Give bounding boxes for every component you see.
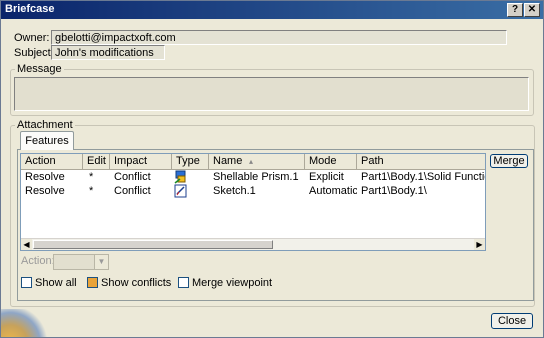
cell-impact: Conflict bbox=[114, 185, 151, 197]
show-conflicts-label[interactable]: Show conflicts bbox=[101, 277, 171, 289]
show-all-label[interactable]: Show all bbox=[35, 277, 77, 289]
column-header-name[interactable]: Name ▴ bbox=[209, 154, 305, 169]
cell-action: Resolve bbox=[25, 171, 65, 183]
subject-label: Subject: bbox=[14, 47, 54, 59]
scrollbar-thumb[interactable] bbox=[33, 240, 273, 249]
body-feature-icon bbox=[172, 170, 209, 184]
briefcase-dialog: Briefcase ? ✕ Owner: gbelotti@impactxoft… bbox=[0, 0, 544, 338]
column-header-name-label: Name bbox=[213, 155, 243, 167]
title-bar[interactable]: Briefcase ? ✕ bbox=[1, 1, 543, 19]
sort-indicator-icon: ▴ bbox=[249, 157, 254, 166]
action-select[interactable]: ▼ bbox=[53, 254, 109, 270]
column-header-action[interactable]: Action bbox=[21, 154, 83, 169]
subject-field: John's modifications bbox=[51, 45, 165, 60]
scroll-left-icon[interactable]: ◀ bbox=[21, 239, 32, 250]
tab-features[interactable]: Features bbox=[20, 131, 74, 150]
action-label: Action: bbox=[21, 255, 55, 267]
horizontal-scrollbar[interactable]: ◀ ▶ bbox=[21, 238, 485, 250]
close-window-button[interactable]: ✕ bbox=[524, 3, 540, 17]
column-header-path[interactable]: Path bbox=[357, 154, 485, 169]
merge-viewpoint-checkbox[interactable] bbox=[178, 277, 189, 288]
owner-field: gbelotti@impactxoft.com bbox=[51, 30, 507, 45]
message-text-area[interactable] bbox=[14, 77, 529, 111]
message-legend: Message bbox=[17, 63, 62, 75]
close-button[interactable]: Close bbox=[491, 313, 533, 329]
cell-impact: Conflict bbox=[114, 171, 151, 183]
cell-path: Part1\Body.1\Solid Functio... bbox=[361, 171, 486, 183]
sketch-icon bbox=[172, 184, 209, 198]
column-header-edit[interactable]: Edit bbox=[83, 154, 110, 169]
column-header-mode[interactable]: Mode bbox=[305, 154, 357, 169]
chevron-down-icon[interactable]: ▼ bbox=[94, 255, 108, 269]
column-header-impact[interactable]: Impact bbox=[110, 154, 172, 169]
table-row[interactable]: Resolve * Conflict Sketch.1 Automatic Pa… bbox=[21, 184, 485, 198]
cell-mode: Automatic bbox=[309, 185, 357, 197]
attachment-table[interactable]: Action Edit Impact Type Name ▴ Mode Path… bbox=[20, 153, 486, 251]
show-all-checkbox[interactable] bbox=[21, 277, 32, 288]
merge-button[interactable]: Merge bbox=[490, 154, 528, 168]
show-conflicts-checkbox[interactable] bbox=[87, 277, 98, 288]
scroll-right-icon[interactable]: ▶ bbox=[474, 239, 485, 250]
table-row[interactable]: Resolve * Conflict Shellable Prism.1 Exp… bbox=[21, 170, 485, 184]
merge-viewpoint-label[interactable]: Merge viewpoint bbox=[192, 277, 272, 289]
cell-name: Sketch.1 bbox=[213, 185, 256, 197]
application-logo bbox=[1, 309, 47, 337]
cell-name: Shellable Prism.1 bbox=[213, 171, 299, 183]
column-header-type[interactable]: Type bbox=[172, 154, 209, 169]
table-header: Action Edit Impact Type Name ▴ Mode Path bbox=[21, 154, 485, 170]
cell-action: Resolve bbox=[25, 185, 65, 197]
cell-edit: * bbox=[89, 171, 94, 183]
owner-label: Owner: bbox=[14, 32, 50, 44]
cell-mode: Explicit bbox=[309, 171, 344, 183]
cell-edit: * bbox=[89, 185, 94, 197]
cell-path: Part1\Body.1\ bbox=[361, 185, 427, 197]
attachment-legend: Attachment bbox=[17, 119, 73, 131]
window-title: Briefcase bbox=[5, 3, 55, 15]
help-button[interactable]: ? bbox=[507, 3, 523, 17]
